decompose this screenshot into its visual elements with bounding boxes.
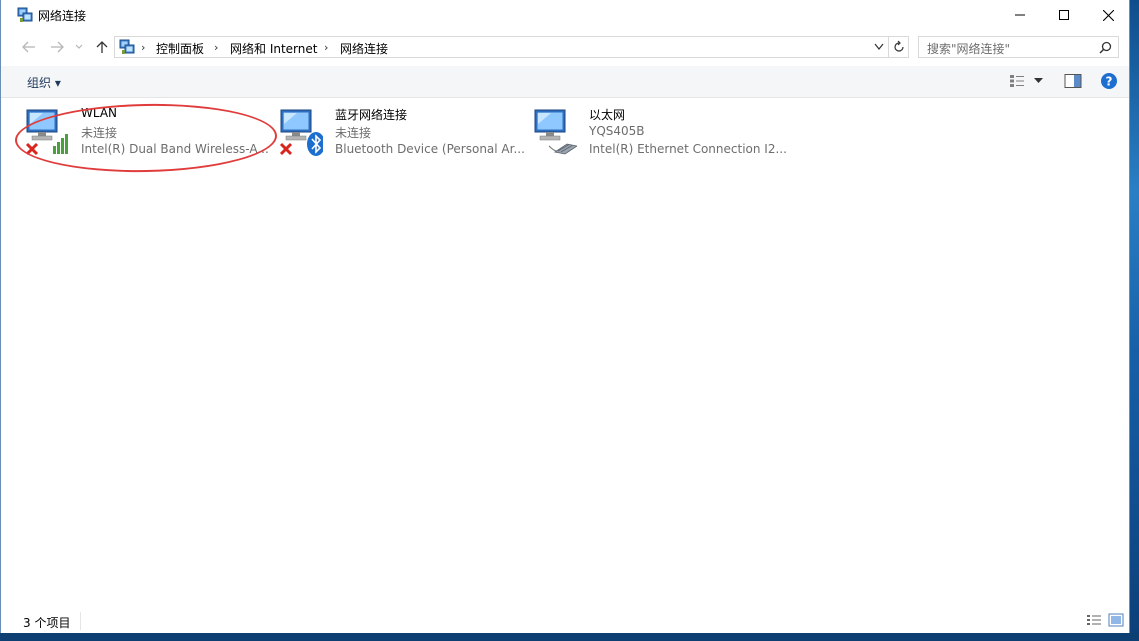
title-bar[interactable]: 网络连接 <box>1 0 1129 30</box>
minimize-icon <box>1015 14 1025 16</box>
connection-status: YQS405B <box>589 124 645 138</box>
help-icon[interactable]: ? <box>1100 72 1118 90</box>
address-bar[interactable]: › 控制面板 › 网络和 Internet › 网络连接 <box>114 36 909 58</box>
forward-arrow-icon <box>51 41 64 53</box>
address-divider <box>888 37 889 57</box>
close-icon <box>1102 9 1114 21</box>
window-title: 网络连接 <box>38 9 87 23</box>
explorer-window: 网络连接 › 控制面板 › 网络和 Internet › 网络连接 搜索"网络连… <box>0 0 1130 633</box>
breadcrumb-separator[interactable]: › <box>324 41 328 54</box>
search-placeholder: 搜索"网络连接" <box>927 42 1011 56</box>
minimize-button[interactable] <box>997 0 1043 30</box>
connection-device: Bluetooth Device (Personal Ar... <box>335 142 525 156</box>
close-button[interactable] <box>1085 0 1131 30</box>
change-view-icon[interactable] <box>1009 74 1025 88</box>
connections-list: WLAN 未连接 Intel(R) Dual Band Wireless-A..… <box>1 98 1129 602</box>
refresh-icon[interactable] <box>892 40 906 54</box>
up-button[interactable] <box>91 33 113 61</box>
large-icons-view-icon[interactable] <box>1108 613 1124 627</box>
view-options-chevron-icon[interactable] <box>1034 78 1043 84</box>
status-bar: 3 个项目 <box>1 608 1129 633</box>
svg-text:?: ? <box>1106 75 1113 89</box>
up-arrow-icon <box>96 41 108 53</box>
disconnected-x-icon <box>279 142 293 156</box>
breadcrumb-separator[interactable]: › <box>214 41 218 54</box>
taskbar-edge <box>0 633 1139 641</box>
breadcrumb-network-internet[interactable]: 网络和 Internet <box>230 40 317 57</box>
back-button[interactable] <box>18 33 40 61</box>
connection-status: 未连接 <box>335 126 372 140</box>
connection-item-bluetooth[interactable]: 蓝牙网络连接 未连接 Bluetooth Device (Personal Ar… <box>271 104 525 160</box>
breadcrumb-separator: › <box>141 41 146 54</box>
command-bar: 组织 ▾ ? <box>1 66 1129 98</box>
item-count: 3 个项目 <box>23 616 71 630</box>
status-divider <box>80 612 81 630</box>
recent-locations-button[interactable] <box>71 33 87 61</box>
search-icon[interactable] <box>1099 41 1112 54</box>
breadcrumb-network-connections[interactable]: 网络连接 <box>340 40 388 57</box>
preview-pane-icon[interactable] <box>1064 73 1082 89</box>
connection-item-ethernet[interactable]: 以太网 YQS405B Intel(R) Ethernet Connection… <box>525 104 787 160</box>
ethernet-adapter-icon <box>534 109 577 155</box>
navigation-row: › 控制面板 › 网络和 Internet › 网络连接 搜索"网络连接" <box>1 33 1129 61</box>
breadcrumb-control-panel[interactable]: 控制面板 <box>156 40 204 57</box>
organize-menu[interactable]: 组织 ▾ <box>27 74 61 91</box>
control-panel-icon <box>119 39 135 54</box>
maximize-button[interactable] <box>1041 0 1087 30</box>
connection-name: 以太网 <box>589 108 626 122</box>
forward-button[interactable] <box>46 33 68 61</box>
back-arrow-icon <box>22 41 35 53</box>
maximize-icon <box>1059 10 1069 20</box>
details-view-icon[interactable] <box>1086 614 1102 627</box>
network-connections-icon <box>17 7 33 22</box>
address-history-chevron-icon[interactable] <box>874 43 884 51</box>
connection-device: Intel(R) Ethernet Connection I2... <box>589 142 787 156</box>
chevron-down-icon <box>75 44 83 49</box>
search-input[interactable]: 搜索"网络连接" <box>918 36 1119 58</box>
connection-name: 蓝牙网络连接 <box>335 108 408 122</box>
desktop-background <box>1130 0 1139 641</box>
